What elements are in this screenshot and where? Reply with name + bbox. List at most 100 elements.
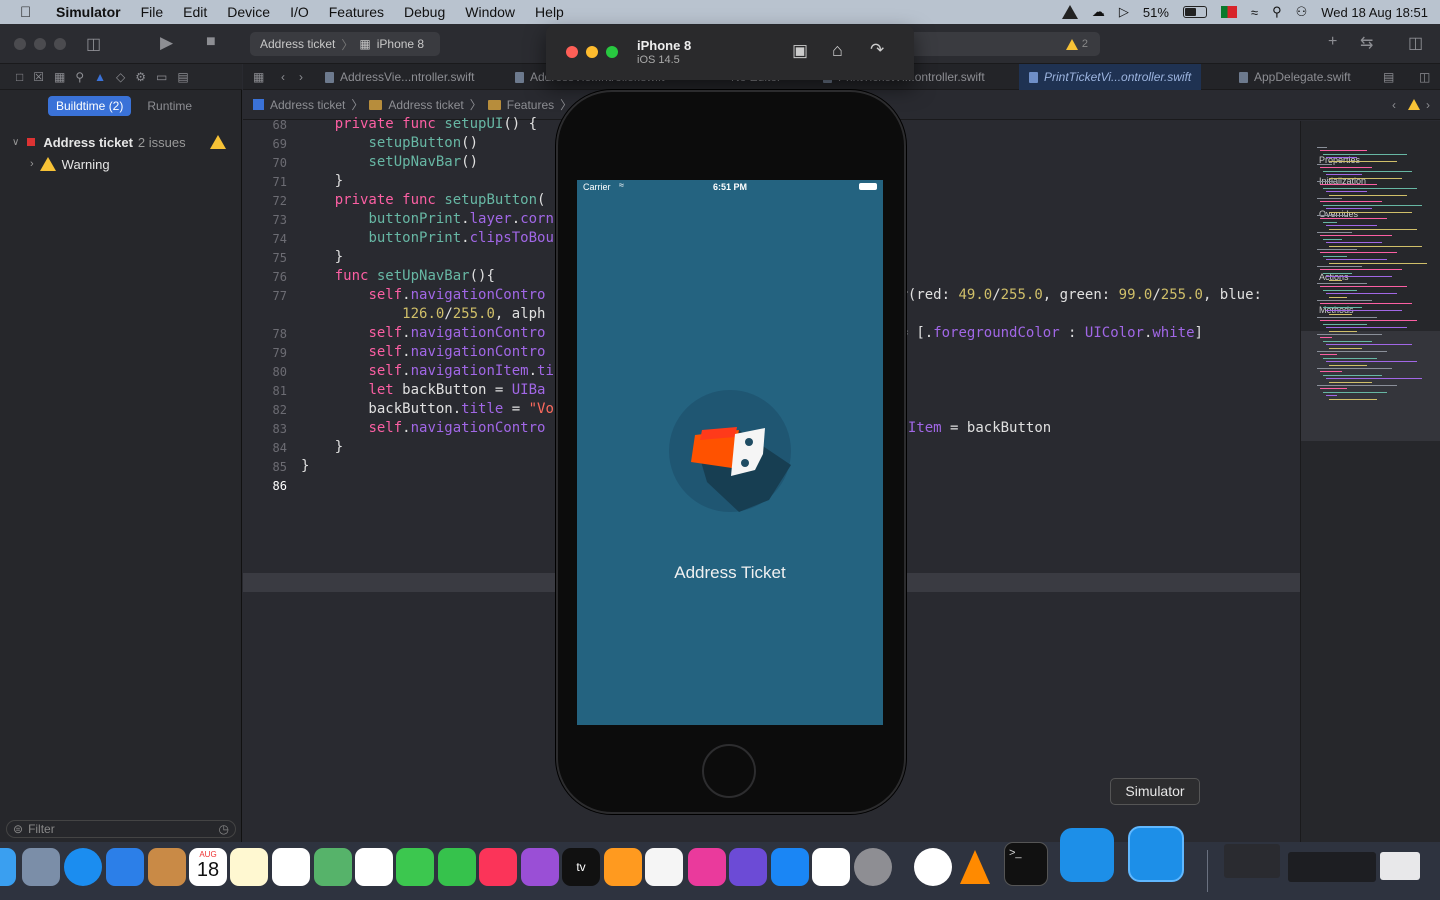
navigator-toggle-icon[interactable]: ◫ — [86, 34, 101, 54]
code-line[interactable]: buttonPrint.layer.corn — [301, 211, 553, 227]
issue-navigator-icon[interactable]: ▲ — [94, 70, 106, 84]
editor-options-icon[interactable]: ▤ — [1373, 64, 1404, 90]
line-number[interactable]: 86 — [243, 479, 287, 493]
mail-icon[interactable] — [106, 848, 144, 886]
maps-icon[interactable] — [314, 848, 352, 886]
close-window-button[interactable] — [566, 46, 578, 58]
line-number[interactable]: 82 — [243, 403, 287, 417]
symbol-icon[interactable]: ▦ — [54, 70, 65, 84]
jump-project[interactable]: Address ticket — [270, 98, 345, 112]
messages-icon[interactable] — [396, 848, 434, 886]
code-line[interactable]: buttonPrint.clipsToBou — [301, 230, 553, 246]
line-number[interactable]: 75 — [243, 251, 287, 265]
filter-field[interactable]: ⊜ Filter ◷ — [6, 820, 236, 838]
photos-icon[interactable] — [355, 848, 393, 886]
run-icon[interactable]: ▶ — [160, 33, 173, 53]
safari-icon[interactable] — [64, 848, 102, 886]
tab-print-ticket-controller-active[interactable]: PrintTicketVi...ontroller.swift — [1019, 64, 1202, 90]
line-number[interactable]: 74 — [243, 232, 287, 246]
code-line[interactable]: } — [301, 439, 343, 455]
simulator-icon[interactable] — [1128, 826, 1184, 882]
apple-menu-icon[interactable]:  — [20, 4, 40, 21]
segment-runtime[interactable]: Runtime — [139, 96, 200, 116]
input-source-flag-icon[interactable] — [1220, 6, 1237, 18]
zoom-window-button[interactable] — [54, 38, 66, 50]
home-icon[interactable]: ⌂ — [832, 40, 843, 61]
xcode-icon[interactable] — [1060, 828, 1114, 882]
menu-window[interactable]: Window — [465, 4, 515, 20]
minimize-window-button[interactable] — [586, 46, 598, 58]
contacts-icon[interactable] — [148, 848, 186, 886]
line-number[interactable]: 70 — [243, 156, 287, 170]
line-number[interactable]: 81 — [243, 384, 287, 398]
line-number[interactable]: 78 — [243, 327, 287, 341]
fonts-app-icon[interactable] — [688, 848, 726, 886]
minimized-window-thumbnail[interactable] — [1380, 852, 1420, 880]
warning-icon[interactable] — [1408, 99, 1420, 110]
breakpoint-icon[interactable]: ▭ — [156, 70, 167, 84]
visual-studio-icon[interactable] — [729, 848, 767, 886]
rotate-icon[interactable]: ↷ — [870, 40, 884, 60]
menu-help[interactable]: Help — [535, 4, 564, 20]
code-review-icon[interactable]: ⇆ — [1360, 33, 1373, 53]
disclosure-down-icon[interactable]: ∨ — [12, 137, 19, 148]
zoom-window-button[interactable] — [606, 46, 618, 58]
cloud-icon[interactable]: ☁ — [1092, 4, 1105, 20]
facetime-icon[interactable] — [438, 848, 476, 886]
line-number[interactable]: 83 — [243, 422, 287, 436]
line-number[interactable]: 85 — [243, 460, 287, 474]
code-line[interactable]: setupButton() — [301, 135, 478, 151]
line-number[interactable]: 71 — [243, 175, 287, 189]
chrome-icon[interactable] — [914, 848, 952, 886]
code-line[interactable]: let backButton = UIBa — [301, 382, 545, 398]
apple-tv-icon[interactable]: tv — [562, 848, 600, 886]
terminal-icon[interactable]: >_ — [1004, 842, 1048, 886]
music-icon[interactable] — [479, 848, 517, 886]
code-line[interactable]: backButton.title = "Vo — [301, 401, 553, 417]
tab-address-view-controller[interactable]: AddressVie...ntroller.swift — [315, 64, 485, 90]
line-number[interactable]: 76 — [243, 270, 287, 284]
disclosure-right-icon[interactable]: › — [30, 158, 34, 170]
spotlight-search-icon[interactable]: ⚲ — [1272, 4, 1282, 20]
books-icon[interactable] — [604, 848, 642, 886]
minimap[interactable]: Properties Initialization Overrides Acti… — [1300, 121, 1440, 842]
line-number[interactable]: 80 — [243, 365, 287, 379]
screenshot-icon[interactable]: ▣ — [792, 41, 808, 61]
code-line[interactable]: } — [301, 458, 309, 474]
line-number[interactable]: 69 — [243, 137, 287, 151]
launchpad-icon[interactable] — [22, 848, 60, 886]
slack-icon[interactable] — [812, 848, 850, 886]
iphone-screen[interactable]: Carrier ≈ 6:51 PM Address Ticket — [577, 180, 883, 725]
play-circle-icon[interactable]: ▷ — [1119, 4, 1129, 20]
debug-icon[interactable]: ⚙ — [135, 70, 146, 84]
scheme-selector[interactable]: Address ticket 〉 ▦ iPhone 8 — [250, 32, 440, 56]
minimized-window-thumbnail[interactable] — [1224, 844, 1280, 878]
line-number[interactable]: 77 — [243, 289, 287, 303]
minimized-window-thumbnail[interactable] — [1288, 852, 1376, 882]
activity-view[interactable]: 2 — [900, 32, 1100, 56]
menu-device[interactable]: Device — [227, 4, 270, 20]
recent-filter-icon[interactable]: ◷ — [219, 822, 229, 836]
swift-playgrounds-icon[interactable] — [645, 848, 683, 886]
code-line[interactable]: private func setupUI() { — [301, 116, 537, 132]
warning-group-row[interactable]: › Warning — [0, 153, 242, 175]
code-line[interactable]: } — [301, 249, 343, 265]
find-icon[interactable]: ⚲ — [75, 70, 84, 84]
wifi-icon[interactable]: ≈ — [1251, 5, 1258, 20]
test-icon[interactable]: ◇ — [116, 70, 125, 84]
previous-issue-icon[interactable]: ‹ — [1392, 98, 1396, 112]
next-issue-icon[interactable]: › — [1426, 98, 1430, 112]
line-number[interactable]: 72 — [243, 194, 287, 208]
app-store-icon[interactable] — [771, 848, 809, 886]
code-line[interactable]: private func setupButton( — [301, 192, 546, 208]
stop-icon[interactable]: ■ — [206, 33, 216, 51]
minimize-window-button[interactable] — [34, 38, 46, 50]
reminders-icon[interactable] — [272, 848, 310, 886]
code-line[interactable]: self.navigationContro — [301, 344, 545, 360]
close-window-button[interactable] — [14, 38, 26, 50]
jump-group[interactable]: Address ticket — [388, 98, 463, 112]
notes-icon[interactable] — [230, 848, 268, 886]
code-line[interactable]: self.navigationItem.ti — [301, 363, 553, 379]
control-center-icon[interactable]: ⚇ — [1296, 4, 1308, 20]
menu-app-name[interactable]: Simulator — [56, 4, 121, 20]
